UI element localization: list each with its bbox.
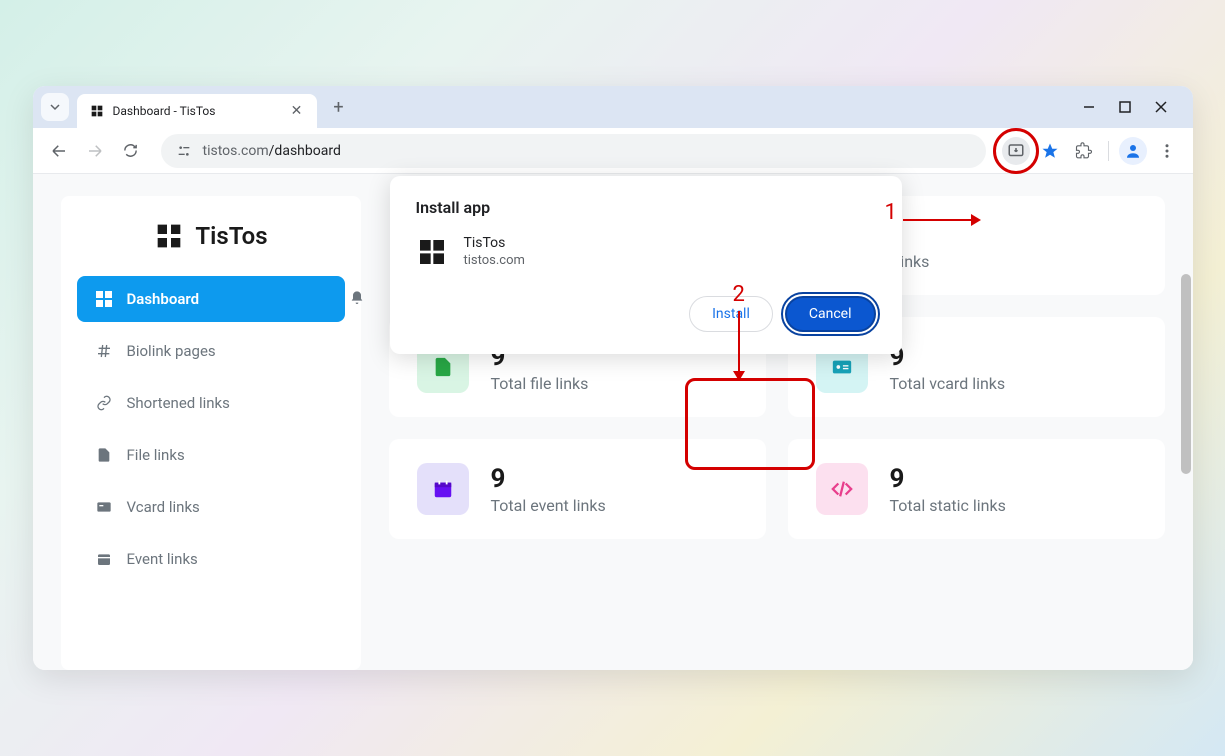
stat-card-event-links: 9 Total event links [389,439,766,539]
stat-card-static-links: 9 Total static links [788,439,1165,539]
sidebar: TisTos Dashboard Biolink pages Shortened… [61,196,361,670]
app-domain: tistos.com [464,253,525,268]
stat-label: Total static links [890,496,1006,515]
reload-button[interactable] [117,137,145,165]
browser-window: Dashboard - TisTos ✕ + tistos.com/dashbo… [33,86,1193,670]
close-window-button[interactable] [1153,99,1169,115]
grid-icon [95,290,113,308]
bookmark-icon[interactable] [1036,137,1064,165]
brand-name: TisTos [195,222,267,250]
stat-label: Total event links [491,496,606,515]
new-tab-button[interactable]: + [325,93,353,121]
calendar-icon [95,550,113,568]
install-app-button[interactable] [1002,137,1030,165]
forward-button[interactable] [81,137,109,165]
maximize-button[interactable] [1117,99,1133,115]
tab-search-button[interactable] [41,93,69,121]
sidebar-item-label: Dashboard [127,290,200,308]
back-button[interactable] [45,137,73,165]
tab-bar: Dashboard - TisTos ✕ + [33,86,1193,128]
window-controls [1081,99,1185,115]
stat-label: Total vcard links [890,374,1006,393]
sidebar-item-label: Vcard links [127,498,200,516]
sidebar-item-dashboard[interactable]: Dashboard [77,276,345,322]
file-icon [95,446,113,464]
sidebar-item-label: Biolink pages [127,342,216,360]
sidebar-item-label: Event links [127,550,198,568]
hash-icon [95,342,113,360]
link-icon [95,394,113,412]
browser-tab[interactable]: Dashboard - TisTos ✕ [77,94,317,128]
popup-title: Install app [416,198,876,217]
site-settings-icon[interactable] [175,142,193,160]
event-stat-icon [417,463,469,515]
card-icon [95,498,113,516]
cancel-button[interactable]: Cancel [785,296,876,332]
stat-value: 9 [890,464,1006,494]
profile-button[interactable] [1119,137,1147,165]
url-text: tistos.com/dashboard [203,143,341,159]
bell-icon[interactable] [349,290,365,310]
address-bar[interactable]: tistos.com/dashboard [161,134,986,168]
stat-label: Total file links [491,374,589,393]
install-button[interactable]: Install [689,296,773,332]
brand-logo[interactable]: TisTos [77,220,345,252]
extensions-button[interactable] [1070,137,1098,165]
install-app-popup: Install app TisTos tistos.com Install Ca… [390,176,902,354]
logo-icon [153,220,185,252]
menu-button[interactable] [1153,137,1181,165]
tab-close-button[interactable]: ✕ [289,103,305,119]
sidebar-item-label: File links [127,446,185,464]
static-stat-icon [816,463,868,515]
stat-value: 9 [890,342,1006,372]
scrollbar[interactable] [1181,274,1191,474]
minimize-button[interactable] [1081,99,1097,115]
app-icon [416,236,448,268]
sidebar-item-event[interactable]: Event links [77,536,345,582]
toolbar: tistos.com/dashboard [33,128,1193,174]
sidebar-item-label: Shortened links [127,394,230,412]
tab-favicon-icon [89,103,105,119]
sidebar-item-vcard[interactable]: Vcard links [77,484,345,530]
tab-title: Dashboard - TisTos [113,104,281,118]
sidebar-item-shortened[interactable]: Shortened links [77,380,345,426]
stat-value: 9 [491,464,606,494]
app-name: TisTos [464,235,525,251]
sidebar-item-file[interactable]: File links [77,432,345,478]
sidebar-item-biolink[interactable]: Biolink pages [77,328,345,374]
